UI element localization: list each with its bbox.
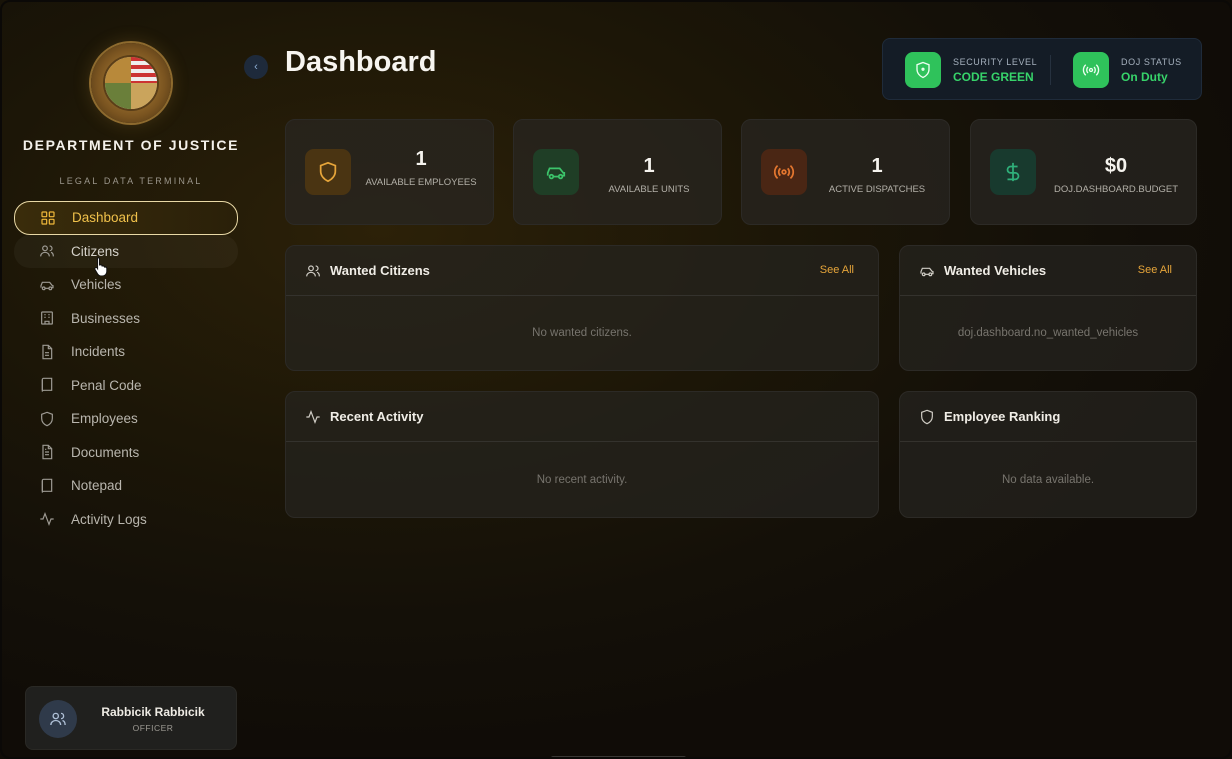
recent-activity-panel: Recent Activity No recent activity. — [285, 391, 879, 518]
shield-icon — [38, 410, 56, 428]
sidebar-item-label: Documents — [71, 444, 140, 460]
panel-title: Wanted Vehicles — [944, 263, 1047, 278]
panel-title: Recent Activity — [330, 409, 424, 424]
car-icon — [38, 276, 56, 294]
car-icon — [533, 149, 579, 195]
sidebar-item-notepad[interactable]: Notepad — [14, 469, 238, 503]
shield-icon — [905, 52, 941, 88]
empty-message: No data available. — [1001, 474, 1095, 486]
doj-status-value: On Duty — [1121, 69, 1168, 84]
wanted-citizens-panel: Wanted Citizens See All No wanted citize… — [285, 245, 879, 371]
sidebar-item-citizens[interactable]: Citizens — [14, 234, 238, 268]
department-seal-logo — [91, 43, 171, 123]
stat-card-available-units: 1 AVAILABLE UNITS — [513, 119, 722, 225]
stat-label: AVAILABLE EMPLOYEES — [365, 177, 477, 188]
building-icon — [38, 309, 56, 327]
sidebar-item-penal-code[interactable]: Penal Code — [14, 369, 238, 403]
department-subtitle: LEGAL DATA TERMINAL — [59, 176, 203, 186]
stat-card-budget: $0 DOJ.DASHBOARD.BUDGET — [970, 119, 1197, 225]
doj-status-label: DOJ STATUS — [1121, 56, 1182, 67]
sidebar-nav: Dashboard Citizens Vehicles Businesses I… — [14, 201, 238, 536]
security-level-label: SECURITY LEVEL — [953, 56, 1038, 67]
notebook-icon — [38, 477, 56, 495]
stat-card-active-dispatches: 1 ACTIVE DISPATCHES — [741, 119, 950, 225]
file-icon — [38, 343, 56, 361]
sidebar-item-businesses[interactable]: Businesses — [14, 302, 238, 336]
empty-message: No recent activity. — [536, 474, 628, 486]
stat-value: 1 — [415, 148, 427, 170]
sidebar-item-documents[interactable]: Documents — [14, 436, 238, 470]
sidebar-item-label: Notepad — [71, 478, 123, 494]
sidebar-item-label: Dashboard — [72, 210, 139, 226]
document-icon — [38, 443, 56, 461]
stat-label: ACTIVE DISPATCHES — [828, 184, 926, 195]
sidebar-item-dashboard[interactable]: Dashboard — [14, 201, 238, 235]
broadcast-icon — [761, 149, 807, 195]
stat-label: DOJ.DASHBOARD.BUDGET — [1053, 184, 1179, 195]
user-role: OFFICER — [132, 723, 174, 733]
employee-ranking-panel: Employee Ranking No data available. — [899, 391, 1197, 518]
shield-icon — [305, 149, 351, 195]
broadcast-icon — [1073, 52, 1109, 88]
book-icon — [38, 376, 56, 394]
page-title: Dashboard — [285, 46, 437, 78]
sidebar-item-vehicles[interactable]: Vehicles — [14, 268, 238, 302]
stat-value: 1 — [871, 155, 883, 177]
users-icon — [38, 242, 56, 260]
sidebar-item-label: Employees — [71, 411, 138, 427]
sidebar-item-employees[interactable]: Employees — [14, 402, 238, 436]
empty-message: No wanted citizens. — [532, 327, 632, 339]
chevron-left-icon: ‹ — [254, 60, 258, 73]
wanted-vehicles-panel: Wanted Vehicles See All doj.dashboard.no… — [899, 245, 1197, 371]
sidebar-item-activity-logs[interactable]: Activity Logs — [14, 503, 238, 537]
stat-card-available-employees: 1 AVAILABLE EMPLOYEES — [285, 119, 494, 225]
users-icon — [50, 712, 66, 726]
user-profile-card[interactable]: Rabbicik Rabbicik OFFICER — [25, 686, 237, 750]
sidebar-item-label: Incidents — [71, 344, 126, 360]
security-level-status: SECURITY LEVEL CODE GREEN — [905, 51, 1037, 89]
dollar-icon — [990, 149, 1036, 195]
panel-title: Employee Ranking — [944, 409, 1061, 424]
sidebar-item-incidents[interactable]: Incidents — [14, 335, 238, 369]
status-panel: SECURITY LEVEL CODE GREEN DOJ STATUS On … — [882, 38, 1202, 100]
see-all-vehicles-link[interactable]: See All — [1138, 264, 1172, 276]
sidebar-item-label: Activity Logs — [71, 511, 147, 527]
shield-icon — [921, 409, 933, 424]
sidebar-item-label: Penal Code — [71, 377, 142, 393]
hand-cursor-icon — [94, 257, 108, 276]
stat-value: 1 — [643, 155, 655, 177]
sidebar-item-label: Vehicles — [71, 277, 122, 293]
collapse-sidebar-button[interactable]: ‹ — [244, 55, 268, 79]
activity-icon — [306, 409, 320, 424]
avatar — [39, 700, 77, 738]
user-name: Rabbicik Rabbicik — [101, 705, 205, 719]
empty-message: doj.dashboard.no_wanted_vehicles — [957, 327, 1139, 339]
car-icon — [920, 267, 934, 276]
panel-title: Wanted Citizens — [330, 263, 430, 278]
department-title: DEPARTMENT OF JUSTICE — [22, 137, 240, 153]
users-icon — [306, 264, 320, 276]
stat-label: AVAILABLE UNITS — [608, 184, 690, 195]
sidebar: DEPARTMENT OF JUSTICE LEGAL DATA TERMINA… — [2, 2, 252, 757]
sidebar-item-label: Businesses — [71, 310, 141, 326]
see-all-citizens-link[interactable]: See All — [820, 264, 854, 276]
app-window: DEPARTMENT OF JUSTICE LEGAL DATA TERMINA… — [0, 0, 1232, 759]
activity-icon — [38, 510, 56, 528]
doj-status: DOJ STATUS On Duty — [1073, 51, 1182, 89]
security-level-value: CODE GREEN — [953, 69, 1034, 84]
stat-value: $0 — [1104, 155, 1128, 177]
grid-icon — [39, 209, 57, 227]
